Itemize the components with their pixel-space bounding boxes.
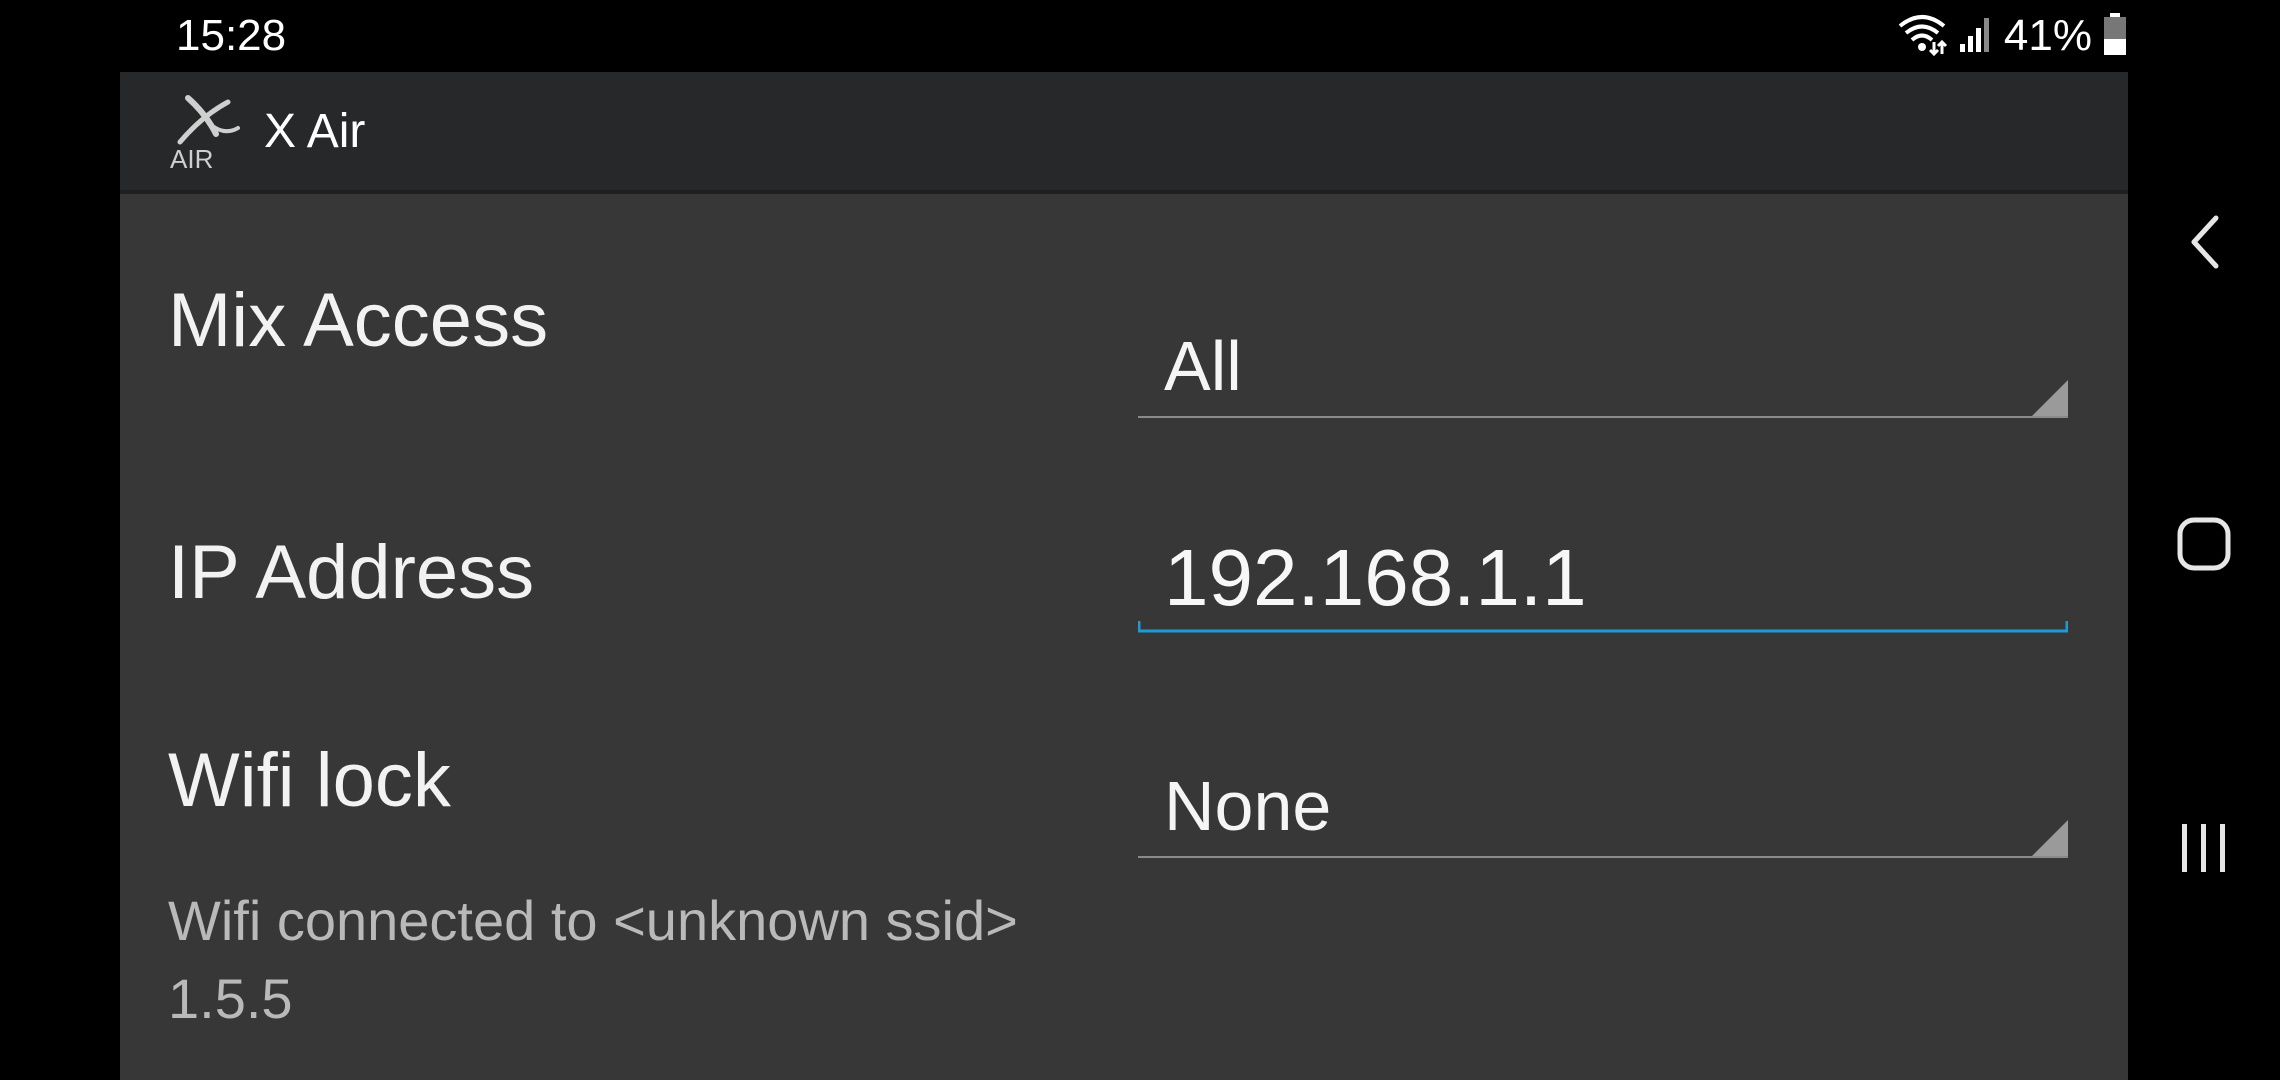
device-screen: 15:28 41% AIR X Air Mix Access All IP Ad… — [0, 0, 2280, 1080]
dropdown-arrow-icon — [2032, 380, 2068, 416]
wifi-lock-dropdown[interactable]: None — [1138, 756, 2068, 858]
wifi-lock-value: None — [1164, 767, 1332, 845]
signal-icon — [1958, 14, 1994, 59]
status-time: 15:28 — [176, 11, 287, 60]
home-icon[interactable] — [2164, 504, 2244, 584]
input-focus-underline — [1137, 620, 2069, 633]
ip-address-label: IP Address — [168, 530, 535, 615]
navigation-bar — [2128, 0, 2280, 1080]
battery-icon — [2102, 12, 2128, 61]
ip-address-input[interactable]: 192.168.1.1 — [1137, 526, 2069, 633]
app-window: AIR X Air Mix Access All IP Address 192.… — [120, 72, 2128, 1080]
status-bar: 15:28 41% — [0, 0, 2128, 72]
app-title: X Air — [264, 105, 366, 158]
logo-text: AIR — [170, 144, 213, 170]
mix-access-dropdown[interactable]: All — [1138, 316, 2068, 418]
recents-icon[interactable] — [2164, 808, 2244, 888]
ip-address-value: 192.168.1.1 — [1164, 533, 1587, 622]
mix-access-label: Mix Access — [168, 278, 549, 363]
action-bar: AIR X Air — [120, 72, 2128, 194]
version-text: 1.5.5 — [168, 967, 293, 1030]
back-icon[interactable] — [2164, 202, 2244, 282]
x-air-logo: AIR — [166, 94, 246, 174]
mix-access-value: All — [1164, 327, 1242, 405]
battery-percent: 41% — [2003, 11, 2092, 60]
wifi-status-text: Wifi connected to <unknown ssid> — [168, 889, 1018, 952]
dropdown-arrow-icon — [2032, 820, 2068, 856]
wifi-lock-label: Wifi lock — [168, 738, 451, 823]
status-icons: 41% — [1896, 10, 2128, 62]
wifi-icon — [1896, 12, 1948, 61]
